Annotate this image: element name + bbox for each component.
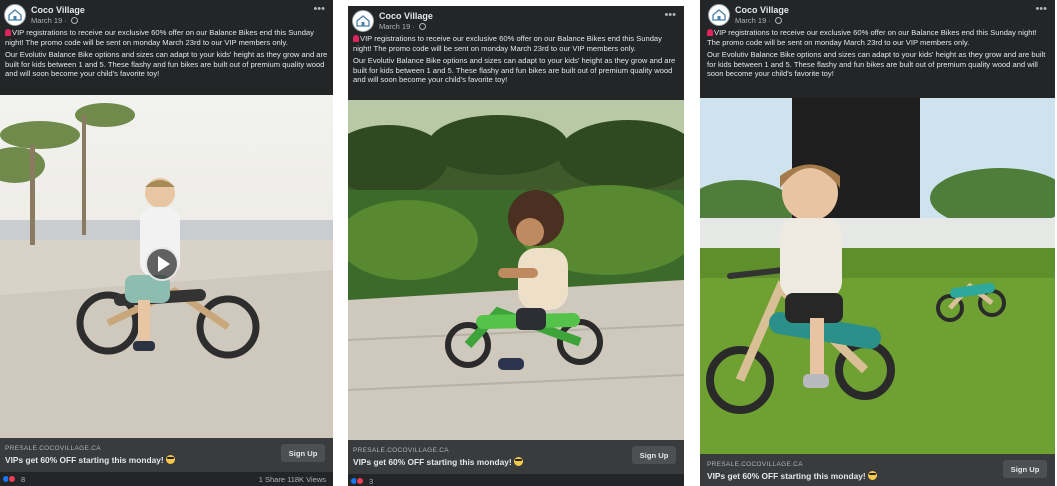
sign-up-button[interactable]: Sign Up bbox=[1003, 460, 1047, 478]
sunglasses-emoji-icon bbox=[513, 457, 523, 466]
reactions-bar: 8 1 Share 118K Views bbox=[0, 472, 333, 486]
more-options-icon[interactable]: ••• bbox=[313, 4, 325, 15]
page-name[interactable]: Coco Village bbox=[735, 5, 789, 15]
more-options-icon[interactable]: ••• bbox=[1035, 4, 1047, 15]
ad-post-1: Coco Village March 19 · ••• VIP registra… bbox=[0, 0, 333, 486]
link-domain: PRESALE.COCOVILLAGE.CA bbox=[5, 445, 101, 452]
reaction-count[interactable]: 3 bbox=[369, 477, 373, 486]
play-icon bbox=[158, 256, 170, 272]
post-text: VIP registrations to receive our exclusi… bbox=[353, 34, 676, 85]
post-header: Coco Village March 19 · ••• bbox=[700, 0, 1055, 28]
more-options-icon[interactable]: ••• bbox=[664, 10, 676, 21]
sign-up-button[interactable]: Sign Up bbox=[281, 444, 325, 462]
post-date[interactable]: March 19 · bbox=[31, 16, 78, 25]
globe-icon bbox=[418, 23, 426, 30]
link-title: VIPs get 60% OFF starting this monday! bbox=[353, 457, 523, 467]
post-date[interactable]: March 19 · bbox=[735, 16, 782, 25]
post-header: Coco Village March 19 · ••• bbox=[0, 0, 333, 28]
reaction-icons[interactable] bbox=[350, 477, 364, 485]
post-text: VIP registrations to receive our exclusi… bbox=[5, 28, 328, 79]
post-text: VIP registrations to receive our exclusi… bbox=[707, 28, 1046, 79]
love-icon bbox=[356, 477, 364, 485]
post-photo[interactable] bbox=[700, 98, 1055, 454]
house-logo-icon bbox=[356, 15, 370, 27]
play-button[interactable] bbox=[145, 247, 179, 281]
page-avatar[interactable] bbox=[352, 10, 374, 32]
share-views-count[interactable]: 1 Share 118K Views bbox=[259, 475, 326, 484]
link-title: VIPs get 60% OFF starting this monday! bbox=[5, 455, 175, 465]
page-avatar[interactable] bbox=[4, 4, 26, 26]
link-domain: PRESALE.COCOVILLAGE.CA bbox=[353, 447, 449, 454]
pin-emoji-icon bbox=[5, 29, 11, 36]
link-preview-bar[interactable]: PRESALE.COCOVILLAGE.CA VIPs get 60% OFF … bbox=[348, 440, 684, 474]
sign-up-button[interactable]: Sign Up bbox=[632, 446, 676, 464]
globe-icon bbox=[70, 17, 78, 24]
toddler-wooden-bike-image bbox=[700, 98, 1055, 454]
link-preview-bar[interactable]: PRESALE.COCOVILLAGE.CA VIPs get 60% OFF … bbox=[0, 438, 333, 472]
link-domain: PRESALE.COCOVILLAGE.CA bbox=[707, 461, 803, 468]
post-date[interactable]: March 19 · bbox=[379, 22, 426, 31]
post-header: Coco Village March 19 · ••• bbox=[348, 6, 684, 34]
house-logo-icon bbox=[712, 9, 726, 21]
house-logo-icon bbox=[8, 9, 22, 21]
post-photo[interactable] bbox=[348, 100, 684, 440]
page-avatar[interactable] bbox=[708, 4, 730, 26]
reactions-bar: 3 bbox=[348, 474, 684, 486]
ad-post-3: Coco Village March 19 · ••• VIP registra… bbox=[700, 0, 1055, 486]
page-name[interactable]: Coco Village bbox=[31, 5, 85, 15]
sunglasses-emoji-icon bbox=[867, 471, 877, 480]
sunglasses-emoji-icon bbox=[165, 455, 175, 464]
page-name[interactable]: Coco Village bbox=[379, 11, 433, 21]
link-preview-bar[interactable]: PRESALE.COCOVILLAGE.CA VIPs get 60% OFF … bbox=[700, 454, 1055, 486]
reaction-icons[interactable] bbox=[2, 475, 16, 483]
ad-post-2: Coco Village March 19 · ••• VIP registra… bbox=[348, 6, 684, 486]
pin-emoji-icon bbox=[353, 35, 359, 42]
pin-emoji-icon bbox=[707, 29, 713, 36]
link-title: VIPs get 60% OFF starting this monday! bbox=[707, 471, 877, 481]
love-icon bbox=[8, 475, 16, 483]
globe-icon bbox=[774, 17, 782, 24]
reaction-count[interactable]: 8 bbox=[21, 475, 25, 484]
post-video[interactable] bbox=[0, 95, 333, 438]
kid-green-bike-image bbox=[348, 100, 684, 440]
